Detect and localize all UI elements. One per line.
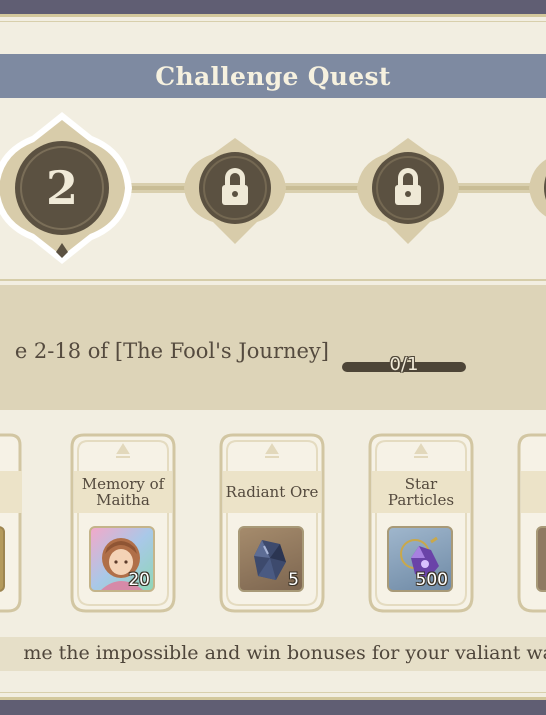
reward-quantity: 5 (288, 570, 299, 590)
reward-card[interactable]: Memory of Maitha 20 (66, 431, 180, 615)
stage-number: 2 (46, 161, 78, 215)
divider (0, 279, 546, 281)
reward-card[interactable]: F I (513, 431, 546, 615)
stage-track: 2 (0, 112, 546, 282)
reward-name: Star Particles (372, 471, 470, 513)
reward-name: F I (521, 471, 546, 513)
title-bar: Challenge Quest (0, 54, 546, 98)
footer-description: me the impossible and win bonuses for yo… (23, 642, 546, 664)
stage-track-graphic: 2 (0, 112, 546, 264)
partial-reward-icon (536, 526, 546, 592)
reward-name: Memory of Maitha (74, 471, 172, 513)
partial-reward-icon (0, 526, 5, 592)
reward-name: y (0, 471, 22, 513)
ore-crystal-icon: 5 (238, 526, 304, 592)
reward-card[interactable]: y (0, 431, 30, 615)
rewards-row: y Memory of Maitha 20 (0, 425, 546, 623)
page-title: Challenge Quest (155, 61, 391, 91)
reward-card[interactable]: Star Particles 500 (364, 431, 478, 615)
mission-progress-text: 0/1 (389, 354, 419, 375)
reward-card[interactable]: Radiant Ore 5 (215, 431, 329, 615)
stage-node-locked-2[interactable] (357, 138, 459, 244)
stage-node-locked-3[interactable] (529, 138, 546, 244)
reward-quantity: 20 (128, 570, 150, 590)
stage-node-2[interactable]: 2 (0, 112, 132, 264)
star-potion-icon: 500 (387, 526, 453, 592)
footer-band: me the impossible and win bonuses for yo… (0, 637, 546, 671)
reward-name: Radiant Ore (223, 471, 321, 513)
reward-quantity: 500 (415, 570, 448, 590)
stage-node-locked-1[interactable] (184, 138, 286, 244)
mission-description: e 2-18 of [The Fool's Journey] (14, 339, 329, 363)
mission-band: e 2-18 of [The Fool's Journey] 0/1 (0, 285, 546, 410)
character-portrait-icon: 20 (89, 526, 155, 592)
challenge-quest-panel: Challenge Quest 2 e 2-18 of [The Fool's … (0, 14, 546, 700)
